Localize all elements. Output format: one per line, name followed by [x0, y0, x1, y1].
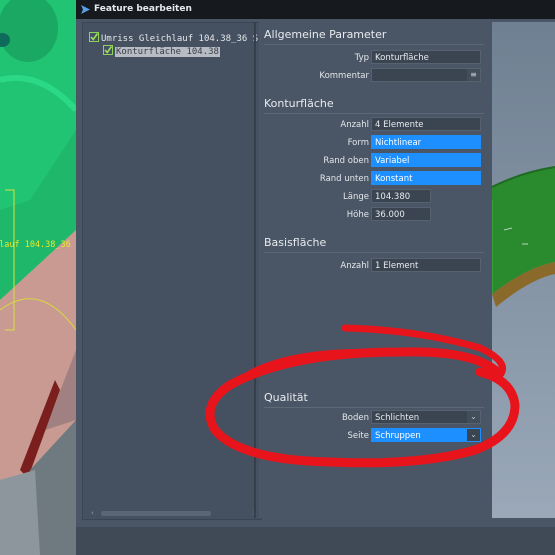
seite-select[interactable]: Schruppen ⌄ [371, 428, 481, 442]
scroll-left-icon[interactable]: ‹ [91, 509, 97, 517]
typ-field: Konturfläche [371, 50, 481, 64]
tree-item-konturflaeche[interactable]: Konturfläche 104.38 [103, 45, 220, 58]
form-value: Nichtlinear [375, 138, 422, 148]
typ-value: Konturfläche [375, 53, 429, 63]
checked-icon[interactable] [103, 45, 113, 55]
rand-unten-select[interactable]: Konstant [371, 171, 481, 185]
rand-oben-select[interactable]: Variabel [371, 153, 481, 167]
anzahl-label: Anzahl [340, 120, 369, 130]
anzahl-field: 4 Elemente [371, 117, 481, 131]
window-titlebar[interactable]: Feature bearbeiten [76, 0, 555, 19]
tree-horizontal-scrollbar[interactable]: ‹ › [91, 509, 259, 517]
section-divider [264, 113, 484, 114]
boden-select[interactable]: Schlichten ⌄ [371, 410, 481, 424]
kommentar-label: Kommentar [319, 71, 369, 81]
rand-oben-value: Variabel [375, 156, 410, 166]
section-title-contour: Konturfläche [264, 97, 334, 110]
dialog-footer [76, 527, 555, 555]
tree-item-label: Konturfläche 104.38 [115, 47, 220, 57]
background-model-graphic [0, 0, 76, 555]
section-title-quality: Qualität [264, 391, 308, 404]
section-title-base: Basisfläche [264, 236, 327, 249]
section-divider [264, 44, 484, 45]
section-divider [264, 252, 484, 253]
checked-icon[interactable] [89, 32, 99, 42]
section-title-general: Allgemeine Parameter [264, 28, 387, 41]
base-anzahl-field: 1 Element [371, 258, 481, 272]
rand-unten-value: Konstant [375, 174, 413, 184]
feature-tree-panel: Umriss Gleichlauf 104.38_36 S Konturfläc… [82, 22, 262, 520]
background-overlay-text: hlauf 104.38_36 S [0, 240, 76, 250]
seite-value: Schruppen [375, 431, 421, 441]
form-select[interactable]: Nichtlinear [371, 135, 481, 149]
preview-model-graphic [491, 22, 555, 518]
base-anzahl-value: 1 Element [375, 261, 419, 271]
chevron-down-icon[interactable]: ⌄ [467, 411, 480, 423]
boden-value: Schlichten [375, 413, 420, 423]
form-label: Form [347, 138, 369, 148]
rand-unten-label: Rand unten [319, 174, 369, 184]
typ-label: Typ [354, 53, 369, 63]
boden-label: Boden [341, 413, 369, 423]
scrollbar-thumb[interactable] [101, 511, 211, 516]
seite-label: Seite [347, 431, 369, 441]
base-anzahl-label: Anzahl [340, 261, 369, 271]
background-3d-view: hlauf 104.38_36 S [0, 0, 76, 555]
chevron-down-icon[interactable]: ⌄ [467, 429, 480, 441]
hoehe-label: Höhe [346, 210, 369, 220]
rand-oben-label: Rand oben [323, 156, 369, 166]
panel-splitter[interactable] [254, 22, 256, 518]
laenge-label: Länge [343, 192, 369, 202]
section-divider [264, 407, 484, 408]
laenge-value: 104.380 [375, 192, 411, 202]
feature-edit-window: Feature bearbeiten Umriss Gleichlauf 104… [76, 0, 555, 555]
anzahl-value: 4 Elemente [375, 120, 424, 130]
edit-comment-icon[interactable]: ≡ [467, 69, 480, 81]
hoehe-value: 36.000 [375, 210, 405, 220]
parameter-form: Allgemeine Parameter Typ Konturfläche Ko… [259, 22, 489, 518]
window-title: Feature bearbeiten [94, 4, 192, 14]
tree-item-umriss[interactable]: Umriss Gleichlauf 104.38_36 S [89, 32, 258, 45]
preview-3d-viewport[interactable] [491, 22, 555, 518]
tree-item-label: Umriss Gleichlauf 104.38_36 S [101, 34, 259, 44]
feature-icon [81, 5, 90, 14]
laenge-field[interactable]: 104.380 [371, 189, 431, 203]
kommentar-field[interactable]: ≡ [371, 68, 481, 82]
hoehe-field[interactable]: 36.000 [371, 207, 431, 221]
